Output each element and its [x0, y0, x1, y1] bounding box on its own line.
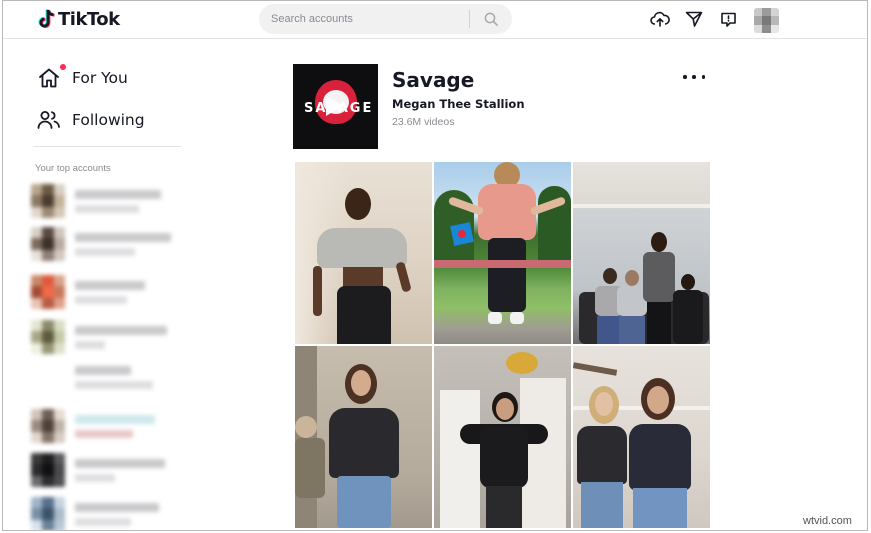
search-icon [484, 12, 498, 26]
sidebar: For You Following Your top accounts [3, 39, 193, 530]
top-accounts-title: Your top accounts [35, 163, 111, 174]
video-thumbnail[interactable] [573, 162, 710, 344]
account-item[interactable] [31, 497, 159, 530]
users-icon [37, 111, 60, 129]
video-count: 23.6M videos [392, 116, 455, 128]
tiktok-logo[interactable]: TikTok [37, 7, 120, 31]
sidebar-divider [33, 146, 181, 147]
video-thumbnail[interactable] [573, 346, 710, 528]
account-item[interactable] [31, 409, 155, 443]
search-bar [259, 4, 512, 34]
tiktok-note-icon [38, 9, 55, 29]
account-avatar [31, 453, 65, 487]
nav-for-you-label: For You [72, 69, 128, 87]
song-artist[interactable]: Megan Thee Stallion [392, 97, 525, 111]
inbox-button[interactable] [718, 9, 738, 29]
nav-following[interactable]: Following [37, 106, 145, 134]
messages-button[interactable] [684, 9, 704, 29]
nav-for-you[interactable]: For You [37, 64, 128, 92]
account-avatar [31, 320, 65, 354]
account-item[interactable] [31, 227, 171, 261]
video-thumbnail[interactable] [434, 346, 571, 528]
upload-icon [650, 11, 670, 27]
album-cover[interactable]: SAVAGE [293, 64, 378, 149]
more-options-button[interactable] [683, 69, 705, 85]
account-item[interactable] [31, 320, 167, 354]
inbox-icon [720, 12, 736, 27]
account-avatar [31, 184, 65, 218]
account-item[interactable] [31, 453, 165, 487]
video-thumbnail[interactable] [295, 162, 432, 344]
search-input[interactable] [259, 4, 469, 34]
account-avatar [31, 497, 65, 530]
account-avatar [31, 409, 65, 443]
account-avatar [31, 275, 65, 309]
song-title: Savage [392, 68, 475, 92]
upload-button[interactable] [650, 9, 670, 29]
send-icon [685, 11, 703, 27]
home-icon [39, 68, 59, 88]
video-grid [295, 162, 711, 528]
account-item[interactable] [75, 366, 153, 389]
top-bar: TikTok [3, 1, 867, 39]
video-thumbnail[interactable] [434, 162, 571, 344]
more-icon [683, 75, 687, 79]
notification-dot [60, 64, 66, 70]
account-avatar [31, 227, 65, 261]
account-item[interactable] [31, 275, 145, 309]
nav-following-label: Following [72, 111, 145, 129]
profile-avatar[interactable] [754, 8, 779, 33]
play-icon[interactable] [326, 96, 343, 116]
logo-text: TikTok [58, 8, 120, 30]
account-item[interactable] [31, 184, 161, 218]
app-window: TikTok Search accounts For You Following… [2, 0, 868, 531]
video-thumbnail[interactable] [295, 346, 432, 528]
search-button[interactable] [470, 4, 512, 34]
music-page: SAVAGE Savage Megan Thee Stallion 23.6M … [293, 39, 713, 530]
watermark: wtvid.com [803, 515, 852, 527]
